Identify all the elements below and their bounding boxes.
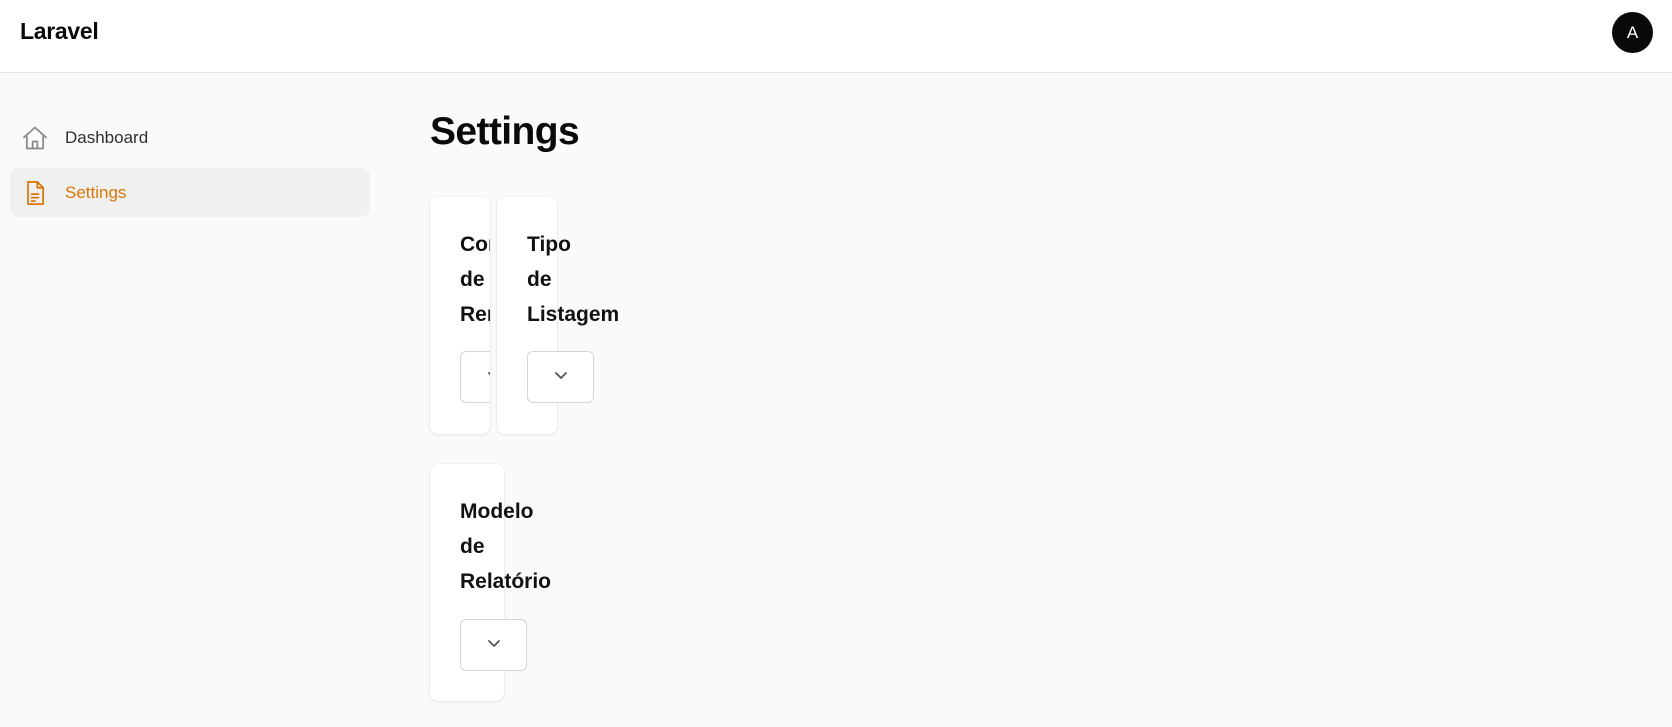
user-avatar[interactable]: A [1612,12,1653,53]
top-bar: Laravel A [0,0,1672,73]
page-title: Settings [430,110,580,153]
settings-card: Modelo de Relatório [430,464,551,701]
dropdown-select[interactable] [527,351,594,403]
card-label: Con de Rem [460,233,490,326]
chevron-down-icon [486,367,490,388]
card-label: Modelo de Relatório [460,500,552,593]
sidebar-item-dashboard[interactable]: Dashboard [10,113,370,162]
dropdown-select[interactable] [460,351,490,403]
sidebar-item-settings[interactable]: Settings [10,168,370,217]
chevron-down-icon [486,635,502,656]
brand-logo[interactable]: Laravel [20,18,99,45]
settings-card: Tipo de Listagem [497,197,619,434]
document-icon [20,178,50,208]
settings-card: Con de Rem [430,197,490,434]
card-label: Tipo de Listagem [527,233,620,326]
chevron-down-icon [553,367,569,388]
sidebar-item-label: Settings [65,182,127,202]
sidebar: Dashboard Settings [10,113,370,223]
home-icon [20,123,50,153]
dropdown-select[interactable] [460,619,527,671]
sidebar-item-label: Dashboard [65,127,149,147]
